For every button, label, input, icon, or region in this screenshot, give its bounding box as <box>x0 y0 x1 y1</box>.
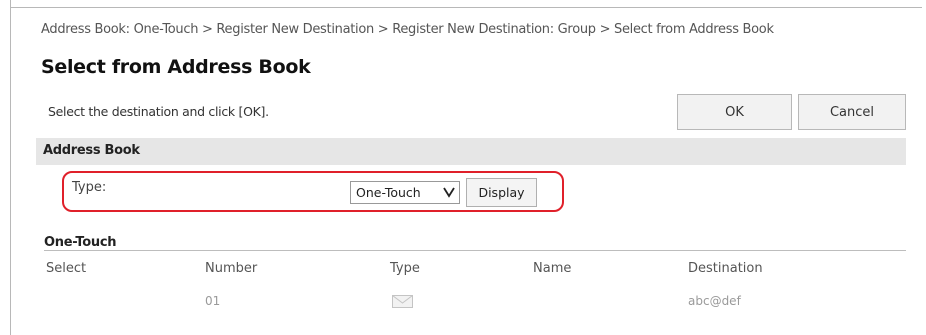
column-header-select: Select <box>46 261 87 276</box>
window-frame-top <box>10 0 922 8</box>
column-header-name: Name <box>533 261 572 276</box>
row-destination: abc@def <box>688 294 741 308</box>
column-header-number: Number <box>205 261 258 276</box>
type-select-value: One-Touch <box>356 185 421 200</box>
window-frame-left <box>10 8 11 335</box>
type-label: Type: <box>72 180 107 195</box>
ok-button[interactable]: OK <box>677 94 792 130</box>
column-header-destination: Destination <box>688 261 763 276</box>
type-select[interactable]: One-Touch <box>350 181 460 204</box>
one-touch-section-header: One-Touch <box>44 231 906 251</box>
breadcrumb: Address Book: One-Touch > Register New D… <box>41 22 774 37</box>
column-header-type: Type <box>390 261 420 276</box>
row-number: 01 <box>205 294 221 308</box>
instruction-text: Select the destination and click [OK]. <box>48 104 269 119</box>
cancel-button[interactable]: Cancel <box>798 94 906 130</box>
one-touch-header-label: One-Touch <box>44 235 117 250</box>
page-title: Select from Address Book <box>41 56 311 78</box>
chevron-down-icon <box>443 187 455 198</box>
address-book-header-label: Address Book <box>43 143 140 158</box>
address-book-section-header: Address Book <box>36 138 906 165</box>
envelope-icon <box>392 295 413 308</box>
display-button[interactable]: Display <box>466 178 537 207</box>
